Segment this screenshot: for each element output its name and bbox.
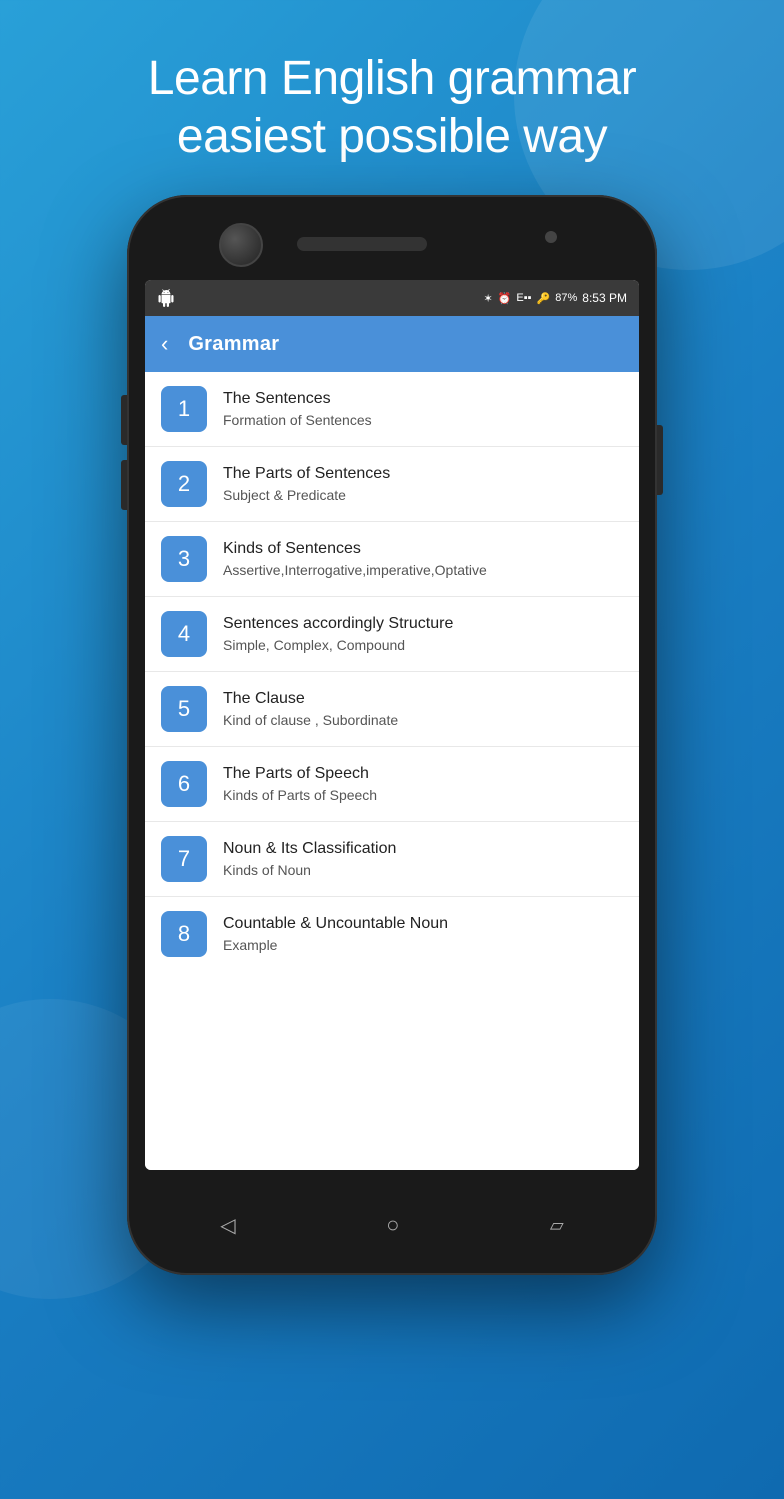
item-number-badge: 2 (161, 461, 207, 507)
item-text: The ClauseKind of clause , Subordinate (223, 689, 398, 730)
item-subtitle: Assertive,Interrogative,imperative,Optat… (223, 561, 487, 579)
volume-down-button (121, 460, 127, 510)
item-text: The Parts of SpeechKinds of Parts of Spe… (223, 764, 377, 805)
item-number-badge: 7 (161, 836, 207, 882)
item-number-badge: 4 (161, 611, 207, 657)
item-subtitle: Kinds of Noun (223, 861, 396, 879)
item-subtitle: Example (223, 936, 448, 954)
app-bar-title: Grammar (188, 333, 279, 356)
notification-light (545, 231, 557, 243)
item-subtitle: Kinds of Parts of Speech (223, 786, 377, 804)
item-subtitle: Subject & Predicate (223, 486, 390, 504)
power-button (657, 425, 663, 495)
back-nav-button[interactable] (220, 1213, 235, 1238)
list-item[interactable]: 1 The SentencesFormation of Sentences (145, 372, 639, 447)
status-bar: ✶ ⏰ E▪▪ 🔑 87% 8:53 PM (145, 280, 639, 316)
hero-section: Learn English grammar easiest possible w… (108, 50, 676, 165)
item-text: The SentencesFormation of Sentences (223, 389, 372, 430)
item-number-badge: 5 (161, 686, 207, 732)
back-button[interactable]: ‹ (161, 331, 168, 357)
signal-icon: E▪▪ (516, 292, 531, 304)
item-text: Countable & Uncountable NounExample (223, 914, 448, 955)
item-title: Kinds of Sentences (223, 539, 487, 560)
item-title: The Parts of Sentences (223, 464, 390, 485)
app-bar: ‹ Grammar (145, 316, 639, 372)
phone-screen: ✶ ⏰ E▪▪ 🔑 87% 8:53 PM ‹ Grammar 1 The Sen… (145, 280, 639, 1170)
item-number-badge: 6 (161, 761, 207, 807)
front-camera (219, 223, 263, 267)
hero-line2: easiest possible way (177, 110, 607, 163)
item-number-badge: 3 (161, 536, 207, 582)
list-item[interactable]: 8 Countable & Uncountable NounExample (145, 897, 639, 971)
grammar-list: 1 The SentencesFormation of Sentences 2 The… (145, 372, 639, 1170)
item-text: Kinds of SentencesAssertive,Interrogativ… (223, 539, 487, 580)
status-left (157, 289, 175, 307)
lock-icon: 🔑 (537, 292, 551, 305)
item-title: Countable & Uncountable Noun (223, 914, 448, 935)
bluetooth-icon: ✶ (484, 292, 493, 305)
status-time: 8:53 PM (582, 291, 627, 305)
list-item[interactable]: 7 Noun & Its ClassificationKinds of Noun (145, 822, 639, 897)
list-item[interactable]: 4 Sentences accordingly StructureSimple, … (145, 597, 639, 672)
android-icon (157, 289, 175, 307)
list-item[interactable]: 3 Kinds of SentencesAssertive,Interrogati… (145, 522, 639, 597)
hero-line1: Learn English grammar (148, 52, 636, 105)
item-text: Noun & Its ClassificationKinds of Noun (223, 839, 396, 880)
navigation-bar (145, 1195, 639, 1255)
volume-up-button (121, 395, 127, 445)
item-title: The Clause (223, 689, 398, 710)
item-title: Sentences accordingly Structure (223, 614, 453, 635)
list-item[interactable]: 6 The Parts of SpeechKinds of Parts of Sp… (145, 747, 639, 822)
item-text: Sentences accordingly StructureSimple, C… (223, 614, 453, 655)
alarm-icon: ⏰ (498, 292, 512, 305)
status-right: ✶ ⏰ E▪▪ 🔑 87% 8:53 PM (484, 291, 628, 305)
item-number-badge: 1 (161, 386, 207, 432)
list-item[interactable]: 5 The ClauseKind of clause , Subordinate (145, 672, 639, 747)
item-subtitle: Kind of clause , Subordinate (223, 711, 398, 729)
item-title: The Parts of Speech (223, 764, 377, 785)
item-title: The Sentences (223, 389, 372, 410)
item-subtitle: Formation of Sentences (223, 411, 372, 429)
item-subtitle: Simple, Complex, Compound (223, 636, 453, 654)
earpiece-speaker (297, 237, 427, 251)
item-title: Noun & Its Classification (223, 839, 396, 860)
battery-percent: 87% (555, 292, 577, 304)
recents-nav-button[interactable] (550, 1214, 564, 1237)
item-number-badge: 8 (161, 911, 207, 957)
list-item[interactable]: 2 The Parts of SentencesSubject & Predica… (145, 447, 639, 522)
item-text: The Parts of SentencesSubject & Predicat… (223, 464, 390, 505)
phone-mockup: ✶ ⏰ E▪▪ 🔑 87% 8:53 PM ‹ Grammar 1 The Sen… (127, 195, 657, 1275)
home-nav-button[interactable] (386, 1212, 399, 1238)
